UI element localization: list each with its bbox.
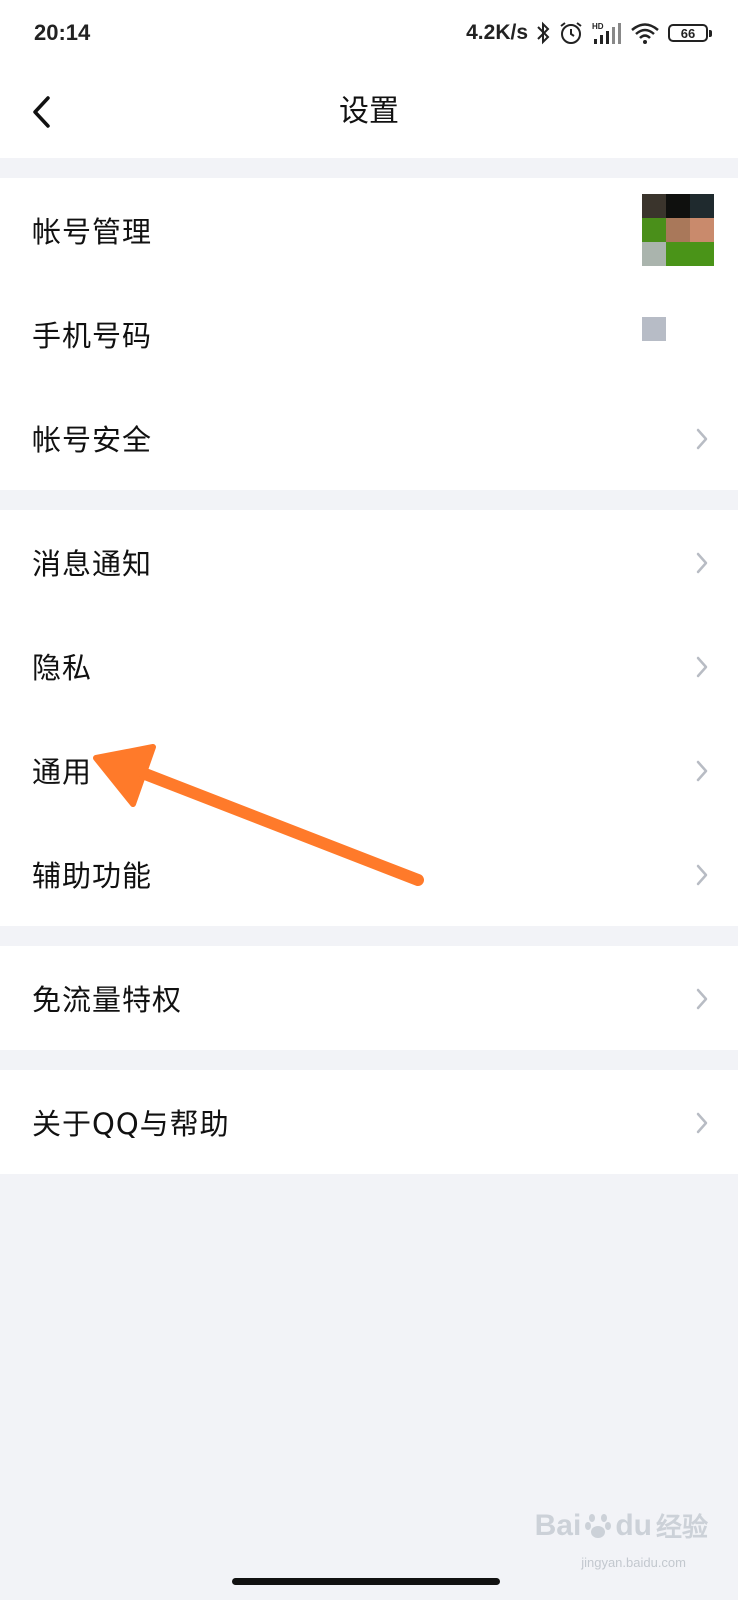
accessibility-row[interactable]: 辅助功能 [0, 822, 738, 926]
row-label: 隐私 [32, 651, 93, 685]
avatar-pixel [666, 194, 690, 218]
row-label: 辅助功能 [32, 859, 153, 893]
row-label: 通用 [32, 755, 93, 789]
avatar-pixel [642, 242, 666, 266]
chevron-right-icon [696, 552, 708, 574]
row-label: 帐号安全 [32, 423, 153, 457]
account-security-row[interactable]: 帐号安全 [0, 386, 738, 490]
network-speed: 4.2K/s [466, 21, 528, 44]
chevron-left-icon[interactable] [26, 92, 60, 132]
row-label: 手机号码 [32, 319, 153, 353]
battery-icon: 66 [668, 24, 712, 42]
row-label: 关于QQ与帮助 [32, 1107, 230, 1141]
chevron-right-icon [696, 1112, 708, 1134]
chevron-right-icon [696, 864, 708, 886]
bluetooth-icon [537, 21, 550, 45]
svg-text:HD: HD [592, 22, 604, 31]
nav-bar: 设置 [0, 66, 738, 158]
masked-phone-value [642, 317, 666, 341]
avatar-pixel [690, 218, 714, 242]
general-group: 消息通知 隐私 通用 辅助功能 [0, 510, 738, 926]
phone-number-row[interactable]: 手机号码 [0, 282, 738, 386]
chevron-right-icon [696, 988, 708, 1010]
avatar-pixel [642, 194, 666, 218]
watermark-brand2: du [615, 1508, 652, 1542]
wifi-icon [631, 23, 659, 44]
row-label: 帐号管理 [32, 215, 153, 249]
avatar-pixel [642, 218, 666, 242]
status-icons: 4.2K/s HD 66 [466, 20, 712, 46]
general-row[interactable]: 通用 [0, 718, 738, 822]
avatar-pixel [690, 242, 714, 266]
status-bar: 20:14 4.2K/s HD 66 [0, 0, 738, 66]
home-indicator[interactable] [232, 1578, 500, 1585]
alarm-icon [560, 22, 582, 44]
watermark-url: jingyan.baidu.com [581, 1555, 686, 1570]
privacy-row[interactable]: 隐私 [0, 614, 738, 718]
avatar-pixel [690, 194, 714, 218]
watermark-cn: 经验 [655, 1512, 708, 1542]
avatar [642, 194, 714, 266]
chevron-right-icon [696, 760, 708, 782]
row-label: 消息通知 [32, 547, 153, 581]
page-title: 设置 [339, 94, 399, 129]
about-group: 关于QQ与帮助 [0, 1070, 738, 1174]
watermark-brand: Bai [534, 1508, 582, 1542]
watermark: Bai du 经验 [535, 1507, 708, 1544]
status-time: 20:14 [34, 20, 91, 45]
free-data-row[interactable]: 免流量特权 [0, 946, 738, 1050]
chevron-right-icon [696, 428, 708, 450]
notifications-row[interactable]: 消息通知 [0, 510, 738, 614]
avatar-pixel [666, 242, 690, 266]
row-label: 免流量特权 [32, 983, 183, 1017]
paw-icon [585, 1513, 612, 1538]
avatar-pixel [666, 218, 690, 242]
account-management-row[interactable]: 帐号管理 [0, 178, 738, 282]
chevron-right-icon [696, 656, 708, 678]
account-group: 帐号管理 手机号码 帐号安全 [0, 178, 738, 490]
about-help-row[interactable]: 关于QQ与帮助 [0, 1070, 738, 1174]
hd-signal-icon: HD [592, 22, 621, 44]
data-plan-group: 免流量特权 [0, 946, 738, 1050]
